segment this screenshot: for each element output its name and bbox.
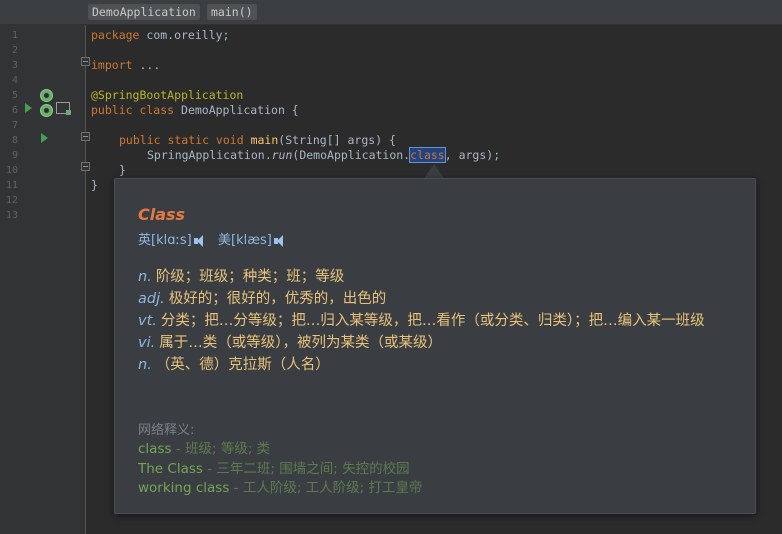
- line-number: 7: [11, 120, 18, 131]
- line-number: 3: [11, 60, 18, 71]
- code-line: import ...: [91, 58, 160, 73]
- code-line: @SpringBootApplication: [91, 88, 243, 103]
- part-of-speech: vi.: [138, 335, 156, 351]
- definition-item: vt. 分类；把…分等级；把…归入某等级，把…看作（或分类、归类）；把…编入某一班…: [138, 310, 738, 332]
- line-number: 8: [11, 135, 18, 146]
- us-ipa: [klæs]: [231, 233, 272, 248]
- us-label: 美: [218, 233, 232, 248]
- bean-config-icon[interactable]: [56, 102, 71, 115]
- web-term: The Class: [138, 461, 203, 477]
- line-number: 9: [11, 150, 18, 161]
- uk-pronunciation: 英[klɑːs]: [138, 229, 208, 248]
- method-call: run: [271, 148, 293, 162]
- package-name: com.oreilly;: [139, 28, 230, 42]
- line-number: 2: [11, 45, 18, 56]
- code-line: }: [119, 163, 126, 178]
- class-declaration: DemoApplication {: [174, 103, 299, 117]
- class-reference: SpringApplication.: [147, 148, 272, 162]
- popup-word: Class: [138, 205, 186, 224]
- method-name: main: [250, 133, 279, 147]
- definition-text: （英、德）克拉斯（人名）: [155, 357, 330, 373]
- web-term: working class: [138, 480, 230, 496]
- ide-window: DemoApplication main() 1 2 3 4 5 6 7 8 9…: [0, 0, 782, 534]
- web-definition-item: The Class - 三年二班; 围墙之间; 失控的校园: [138, 461, 410, 477]
- run-gutter-icon[interactable]: [41, 133, 48, 143]
- breadcrumb: DemoApplication main(): [0, 0, 782, 25]
- part-of-speech: n.: [138, 357, 152, 373]
- web-definitions-title: 网络释义:: [138, 423, 195, 438]
- line-number: 6: [11, 105, 18, 116]
- web-term: class: [138, 441, 172, 457]
- closing-brace: }: [91, 178, 98, 192]
- annotation: @SpringBootApplication: [91, 88, 244, 102]
- part-of-speech: vt.: [138, 313, 157, 329]
- breadcrumb-class[interactable]: DemoApplication: [88, 4, 200, 20]
- definition-item: adj. 极好的；很好的，优秀的，出色的: [138, 288, 738, 310]
- line-number: 5: [11, 90, 18, 101]
- line-number: 1: [11, 30, 18, 41]
- code-line: package com.oreilly;: [91, 28, 229, 43]
- line-number: 4: [11, 75, 18, 86]
- line-number: 11: [5, 180, 18, 191]
- definition-item: n. （英、德）克拉斯（人名）: [138, 354, 738, 376]
- web-definition-item: working class - 工人阶级; 工人阶级; 打工皇帝: [138, 480, 423, 496]
- line-number: 12: [5, 195, 18, 206]
- web-meaning: 班级; 等级; 类: [184, 441, 271, 457]
- definition-text: 属于…类（或等级），被列为某类（或某级）: [159, 335, 442, 351]
- line-number: 13: [5, 210, 18, 221]
- popup-pointer: [424, 164, 444, 178]
- speaker-icon[interactable]: [193, 234, 208, 247]
- definition-item: n. 阶级；班级；种类；班；等级: [138, 266, 738, 288]
- keyword: import: [91, 58, 133, 72]
- selected-word[interactable]: class: [409, 147, 446, 163]
- web-definition-item: class - 班级; 等级; 类: [138, 441, 271, 457]
- code-line: SpringApplication.run(DemoApplication.cl…: [147, 147, 501, 163]
- closing-brace: }: [119, 163, 126, 177]
- definitions: n. 阶级；班级；种类；班；等级 adj. 极好的；很好的，优秀的，出色的 vt. 分…: [138, 266, 738, 376]
- call-tail: , args);: [444, 148, 501, 162]
- breadcrumb-method[interactable]: main(): [207, 4, 257, 20]
- call-args: (DemoApplication.: [292, 148, 411, 162]
- definition-item: vi. 属于…类（或等级），被列为某类（或某级）: [138, 332, 738, 354]
- us-pronunciation: 美[klæs]: [218, 229, 288, 248]
- code-line: public static void main(String[] args) {: [119, 133, 396, 148]
- uk-ipa: [klɑːs]: [151, 233, 192, 248]
- speaker-icon[interactable]: [273, 234, 288, 247]
- run-gutter-icon[interactable]: [25, 103, 32, 113]
- web-meaning: 三年二班; 围墙之间; 失控的校园: [216, 461, 410, 477]
- part-of-speech: adj.: [138, 291, 165, 307]
- spring-bean-icon[interactable]: [40, 104, 53, 117]
- keyword: public static void: [119, 133, 244, 147]
- spring-bean-icon[interactable]: [40, 89, 53, 102]
- line-number: 10: [5, 165, 18, 176]
- uk-label: 英: [138, 233, 152, 248]
- keyword: public class: [91, 103, 175, 117]
- definition-text: 阶级；班级；种类；班；等级: [155, 269, 345, 285]
- keyword: package: [91, 28, 140, 42]
- code-line: public class DemoApplication {: [91, 103, 299, 118]
- web-meaning: 工人阶级; 工人阶级; 打工皇帝: [242, 480, 423, 496]
- editor-gutter: 1 2 3 4 5 6 7 8 9 10 11 12 13: [0, 25, 90, 534]
- definition-text: 分类；把…分等级；把…归入某等级，把…看作（或分类、归类）；把…编入某一班级: [160, 313, 705, 329]
- method-params: (String[] args) {: [278, 133, 396, 147]
- definition-text: 极好的；很好的，优秀的，出色的: [168, 291, 387, 307]
- code-line: }: [91, 178, 98, 193]
- part-of-speech: n.: [138, 269, 152, 285]
- folded-imports[interactable]: ...: [133, 58, 160, 72]
- translation-popup: Class 英[klɑːs] 美[klæs] n. 阶级；班级；种类；班；等级 a…: [114, 178, 756, 514]
